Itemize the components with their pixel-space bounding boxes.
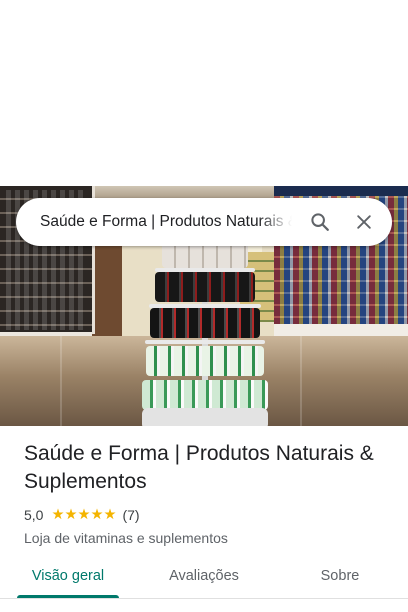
tab-label: Visão geral bbox=[31, 568, 105, 584]
star-icon: ★ bbox=[51, 507, 65, 523]
tab-reviews[interactable]: Avaliações bbox=[136, 558, 272, 598]
search-button[interactable] bbox=[298, 198, 342, 246]
rating-row[interactable]: 5,0 ★ ★ ★ ★ ★ (7) bbox=[24, 506, 394, 524]
review-count[interactable]: (7) bbox=[122, 507, 139, 523]
tab-about[interactable]: Sobre bbox=[272, 558, 408, 598]
search-icon bbox=[311, 213, 329, 231]
star-icon: ★ bbox=[90, 507, 104, 523]
rating-value: 5,0 bbox=[24, 507, 44, 523]
place-tabs: Visão geral Avaliações Sobre bbox=[0, 558, 408, 598]
tab-overview[interactable]: Visão geral bbox=[0, 558, 136, 598]
star-icon: ★ bbox=[77, 507, 91, 523]
star-rating: ★ ★ ★ ★ ★ bbox=[51, 506, 116, 524]
star-icon: ★ bbox=[103, 507, 117, 523]
tab-label: Avaliações bbox=[169, 568, 239, 584]
floor-line bbox=[60, 336, 62, 426]
floor-line bbox=[300, 336, 302, 426]
star-icon: ★ bbox=[64, 507, 78, 523]
tabs-divider bbox=[0, 598, 408, 599]
map-area-blank bbox=[0, 0, 408, 186]
tab-label: Sobre bbox=[320, 568, 360, 584]
place-title: Saúde e Forma | Produtos Naturais & Supl… bbox=[24, 442, 374, 493]
photo-door bbox=[92, 244, 122, 344]
close-button[interactable] bbox=[342, 198, 386, 246]
search-bar[interactable]: Saúde e Forma | Produtos Naturais & Supl… bbox=[16, 198, 392, 246]
search-input[interactable]: Saúde e Forma | Produtos Naturais & Supl… bbox=[16, 213, 292, 231]
close-icon bbox=[357, 215, 371, 229]
photo-product-tower bbox=[140, 242, 270, 426]
place-category[interactable]: Loja de vitaminas e suplementos bbox=[24, 530, 394, 546]
place-info: Saúde e Forma | Produtos Naturais & Supl… bbox=[24, 440, 394, 546]
